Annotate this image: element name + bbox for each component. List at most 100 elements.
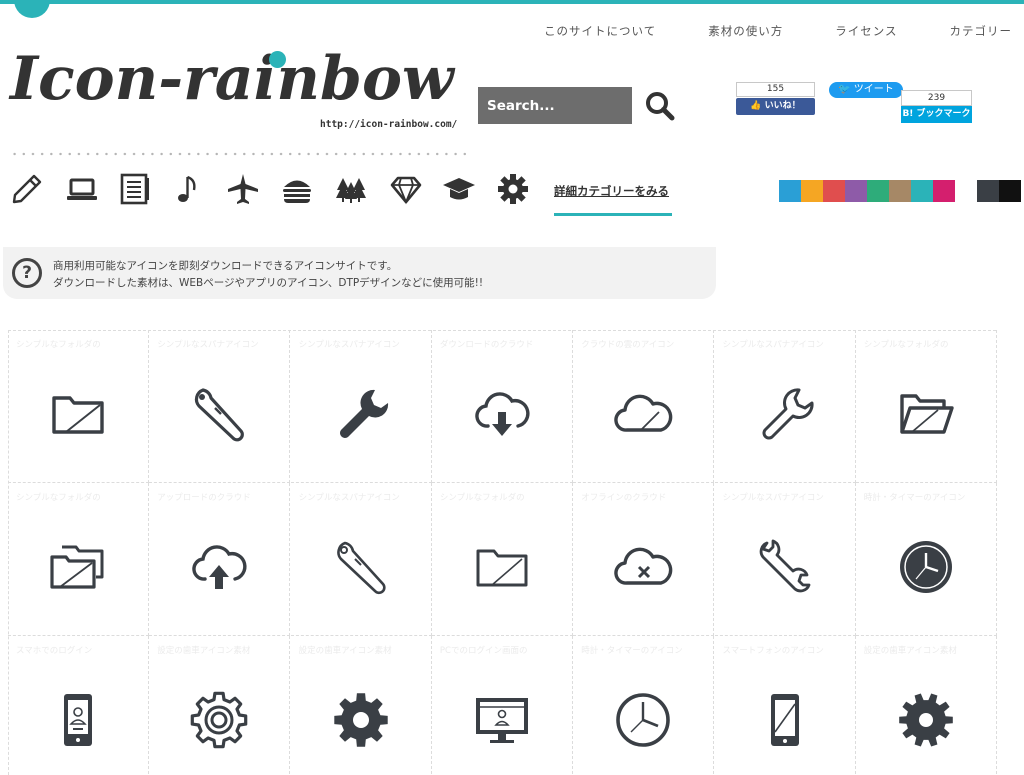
icon-grid-cell-title: 設定の歯車アイコン素材: [157, 646, 251, 656]
color-swatches-dark: [977, 180, 1021, 202]
icon-grid-cell-title: アップロードのクラウド: [157, 493, 251, 503]
search-input[interactable]: [478, 87, 632, 124]
icon-grid-cell-title: 時計・タイマーのアイコン: [581, 646, 683, 656]
detail-categories-link[interactable]: 詳細カテゴリーをみる: [554, 183, 669, 199]
nav-license[interactable]: ライセンス: [835, 23, 897, 39]
icon-grid-cell[interactable]: シンプルなスパナアイコン: [149, 330, 291, 483]
gear-bold-icon[interactable]: [331, 690, 391, 750]
icon-grid-cell[interactable]: シンプルなフォルダの: [8, 330, 149, 483]
gear-solid-icon[interactable]: [896, 690, 956, 750]
laptop-icon[interactable]: [65, 172, 99, 206]
question-icon: ?: [12, 258, 42, 288]
nav-how-to-use[interactable]: 素材の使い方: [708, 23, 783, 39]
icon-grid-cell-title: シンプルなフォルダの: [16, 493, 101, 503]
smartphone-icon[interactable]: [755, 690, 815, 750]
icon-grid-cell-title: シンプルなスパナアイコン: [722, 493, 824, 503]
icon-grid-cell[interactable]: シンプルなフォルダの: [855, 330, 997, 483]
clock-icon[interactable]: [613, 690, 673, 750]
icon-grid-cell[interactable]: クラウドの雲のアイコン: [573, 330, 715, 483]
cloud-download-icon[interactable]: [472, 384, 532, 444]
gear-icon[interactable]: [496, 172, 530, 206]
icon-grid-cell[interactable]: シンプルなフォルダの: [431, 483, 573, 636]
site-info-box: ? 商用利用可能なアイコンを即刻ダウンロードできるアイコンサイトです。 ダウンロ…: [3, 247, 716, 299]
color-swatch[interactable]: [801, 180, 823, 202]
nav-category[interactable]: カテゴリー: [950, 23, 1013, 39]
icon-grid-cell[interactable]: ダウンロードのクラウド: [431, 330, 573, 483]
trees-icon[interactable]: [334, 172, 368, 206]
info-line-1: 商用利用可能なアイコンを即刻ダウンロードできるアイコンサイトです。: [53, 260, 398, 272]
smartphone-profile-icon[interactable]: [48, 690, 108, 750]
icon-grid-cell[interactable]: シンプルなスパナアイコン: [714, 330, 856, 483]
graduation-cap-icon[interactable]: [442, 172, 476, 206]
folder-outline-icon[interactable]: [472, 537, 532, 597]
icon-grid-cell[interactable]: 時計・タイマーのアイコン: [573, 636, 715, 775]
top-accent-dot: [14, 0, 50, 18]
icon-grid-cell[interactable]: オフラインのクラウド: [573, 483, 715, 636]
color-swatch[interactable]: [889, 180, 911, 202]
icon-grid-cell-title: シンプルなスパナアイコン: [157, 340, 259, 350]
top-nav: このサイトについて 素材の使い方 ライセンス カテゴリー: [544, 23, 1012, 39]
icon-grid-cell-title: 時計・タイマーのアイコン: [863, 493, 966, 503]
folder-open-icon[interactable]: [896, 384, 956, 444]
icon-grid-cell-title: ダウンロードのクラウド: [439, 340, 534, 350]
top-accent-bar: [0, 0, 1024, 4]
icon-grid-cell[interactable]: 設定の歯車アイコン素材: [291, 636, 432, 775]
color-swatch[interactable]: [779, 180, 801, 202]
facebook-like-button[interactable]: 👍 いいね！: [736, 98, 815, 115]
color-swatch[interactable]: [911, 180, 933, 202]
color-swatch[interactable]: [845, 180, 867, 202]
icon-grid-cell-title: PCでのログイン画面の: [439, 646, 528, 656]
tweet-button[interactable]: 🐦 ツイート: [829, 82, 903, 98]
burger-icon[interactable]: [280, 172, 314, 206]
icon-grid-cell[interactable]: スマホでのログイン: [8, 636, 149, 775]
search-icon[interactable]: [644, 90, 676, 122]
icon-grid-cell[interactable]: 設定の歯車アイコン素材: [149, 636, 291, 775]
adjustable-wrench-outline-icon[interactable]: [331, 537, 391, 597]
color-swatch[interactable]: [999, 180, 1021, 202]
hatena-widget: 239 B! ブックマーク: [901, 90, 972, 123]
icon-grid-cell[interactable]: 時計・タイマーのアイコン: [855, 483, 997, 636]
icon-grid-cell[interactable]: 設定の歯車アイコン素材: [856, 636, 997, 775]
wrench-icon[interactable]: [331, 384, 391, 444]
icon-grid-cell[interactable]: スマートフォンのアイコン: [715, 636, 856, 775]
icon-grid-cell-title: シンプルなフォルダの: [439, 493, 525, 503]
folder-icon[interactable]: [48, 384, 108, 444]
double-wrench-icon[interactable]: [755, 537, 815, 597]
icon-grid-cell[interactable]: シンプルなスパナアイコン: [290, 483, 432, 636]
facebook-like-widget: 155 👍 いいね！: [736, 82, 815, 115]
icon-grid-cell-title: クラウドの雲のアイコン: [581, 340, 675, 350]
dotted-divider: [10, 152, 468, 156]
icon-grid-cell[interactable]: シンプルなスパナアイコン: [714, 483, 856, 636]
color-swatch[interactable]: [977, 180, 999, 202]
hatena-bookmark-button[interactable]: B! ブックマーク: [901, 106, 972, 123]
icon-grid-cell[interactable]: アップロードのクラウド: [149, 483, 291, 636]
cloud-offline-icon[interactable]: [613, 537, 673, 597]
cloud-icon[interactable]: [613, 384, 673, 444]
color-swatch[interactable]: [933, 180, 955, 202]
pencil-icon[interactable]: [10, 172, 44, 206]
folders-icon[interactable]: [48, 537, 108, 597]
logo-url: http://icon-rainbow.com/: [320, 119, 458, 130]
icon-grid-cell-title: シンプルなフォルダの: [16, 340, 101, 350]
color-swatch[interactable]: [867, 180, 889, 202]
icon-grid-cell-title: 設定の歯車アイコン素材: [863, 646, 957, 656]
monitor-profile-icon[interactable]: [472, 690, 532, 750]
diamond-icon[interactable]: [389, 172, 423, 206]
cloud-upload-icon[interactable]: [189, 537, 249, 597]
adjustable-wrench-icon[interactable]: [189, 384, 249, 444]
icon-grid-cell-title: スマートフォンのアイコン: [722, 646, 824, 656]
notebook-icon[interactable]: [118, 172, 152, 206]
wall-clock-icon[interactable]: [896, 537, 956, 597]
music-note-icon[interactable]: [172, 172, 206, 206]
airplane-icon[interactable]: [226, 172, 260, 206]
icon-grid-cell[interactable]: シンプルなフォルダの: [8, 483, 149, 636]
nav-about[interactable]: このサイトについて: [544, 23, 656, 39]
gear-outline-icon[interactable]: [189, 690, 249, 750]
color-swatch[interactable]: [823, 180, 845, 202]
icon-grid-cell-title: 設定の歯車アイコン素材: [298, 646, 392, 656]
wrench-outline-icon[interactable]: [755, 384, 815, 444]
icon-grid-cell[interactable]: PCでのログイン画面の: [432, 636, 573, 775]
site-logo[interactable]: Icon-rainbow: [10, 44, 454, 114]
icon-grid-cell-title: シンプルなスパナアイコン: [298, 493, 400, 503]
icon-grid-cell[interactable]: シンプルなスパナアイコン: [290, 330, 432, 483]
